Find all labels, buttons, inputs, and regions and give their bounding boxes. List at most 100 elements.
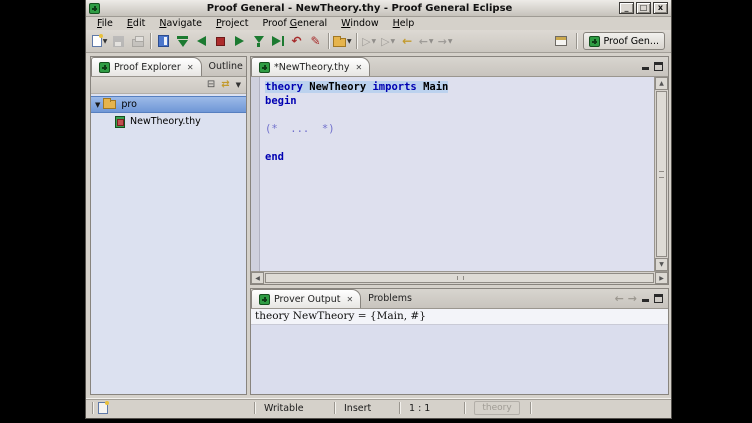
undo-button[interactable]: ↶ [288,32,305,50]
external-tools-icon: ▷ [381,36,389,47]
forward-button[interactable]: →▼ [437,32,454,50]
retract-all-icon [177,36,188,47]
tab-newtheory-editor[interactable]: *NewTheory.thy ✕ [251,57,370,76]
tab-label: Outline [209,61,243,72]
tab-proof-explorer[interactable]: Proof Explorer ✕ [91,57,202,76]
retract-all-button[interactable] [174,32,191,50]
tree-item-project[interactable]: ▼ pro [91,96,246,113]
app-window: Proof General - NewTheory.thy - Proof Ge… [85,0,672,419]
prover-tabbar: Prover Output ✕ Problems ← → [251,289,668,309]
scroll-left-icon[interactable]: ◀ [251,272,264,284]
goto-end-button[interactable] [250,32,267,50]
process-to-cursor-button[interactable] [269,32,286,50]
goto-end-icon [254,36,264,47]
maximize-view-icon[interactable] [654,62,663,71]
chevron-down-icon: ▼ [347,38,352,45]
tab-outline[interactable]: Outline [202,57,250,76]
maximize-view-icon[interactable] [654,294,663,303]
back-button[interactable]: ←▼ [418,32,435,50]
external-tools-button[interactable]: ▷▼ [380,32,397,50]
explorer-toolbar: ⊟ ⇄ ▼ [91,77,246,94]
close-icon[interactable]: ✕ [356,63,363,72]
open-definition-book-icon [158,35,169,47]
tree-item-theory-file[interactable]: NewTheory.thy [91,113,246,130]
menubar: FileEditNavigateProjectProof GeneralWind… [86,17,671,30]
menu-item-navigate[interactable]: Navigate [152,18,209,29]
perspective-proof-general-button[interactable]: Proof Gen... [583,32,665,50]
scroll-up-icon[interactable]: ▲ [655,77,668,90]
link-with-editor-icon[interactable]: ⇄ [221,80,229,90]
print-button[interactable] [129,32,146,50]
save-button[interactable] [110,32,127,50]
open-perspective-button[interactable] [552,32,569,50]
undo-arrow-icon: ↶ [291,35,301,47]
open-definition-button[interactable] [155,32,172,50]
new-wizard-button[interactable]: ▼ [91,32,108,50]
open-folder-icon [333,38,346,47]
tab-label: Proof Explorer [114,62,181,73]
menu-item-proof-general[interactable]: Proof General [255,18,334,29]
editor-view: *NewTheory.thy ✕ theory NewTheory import… [250,56,669,285]
forward-arrow-icon: → [438,36,447,47]
activate-script-pen-icon: ✎ [310,35,320,47]
collapse-all-icon[interactable]: ⊟ [207,80,215,90]
menu-item-help[interactable]: Help [386,18,422,29]
tab-problems[interactable]: Problems [361,289,419,308]
project-tree: ▼ pro NewTheory.thy [91,94,246,394]
caret-position-status: 1 : 1 [409,403,430,414]
proof-explorer-icon [99,62,110,73]
minimize-view-icon[interactable] [641,62,650,71]
app-icon [89,3,100,14]
view-back-icon[interactable]: ← [615,294,624,304]
menu-item-window[interactable]: Window [334,18,385,29]
tab-prover-output[interactable]: Prover Output ✕ [251,289,361,308]
scrollbar-thumb[interactable] [265,273,654,283]
expand-arrow-icon[interactable]: ▼ [95,101,100,109]
theory-button[interactable]: theory [474,401,520,415]
explorer-tabbar: Proof Explorer ✕ Outline [91,57,246,77]
next-step-button[interactable] [231,32,248,50]
chevron-down-icon: ▼ [391,38,396,45]
fast-view-icon[interactable] [98,402,108,414]
code-area[interactable]: theory NewTheory imports Main begin (* .… [260,77,654,271]
view-forward-icon[interactable]: → [628,294,637,304]
open-folder-button[interactable]: ▼ [333,32,352,50]
close-icon[interactable]: ✕ [346,295,353,304]
prover-output-icon [259,294,270,305]
maximize-button[interactable]: □ [636,2,651,14]
undo-step-icon [197,36,206,46]
chevron-down-icon: ▼ [103,38,108,45]
menu-item-file[interactable]: File [90,18,120,29]
last-edit-location-button[interactable]: ← [399,32,416,50]
undo-step-button[interactable] [193,32,210,50]
menu-item-edit[interactable]: Edit [120,18,152,29]
scrollbar-thumb[interactable] [656,91,667,257]
theory-file-icon [115,116,125,128]
run-icon: ▷ [362,36,370,47]
project-name: pro [121,99,137,110]
close-icon[interactable]: ✕ [187,63,194,72]
statusbar-separator [334,402,336,414]
minimize-button[interactable]: _ [619,2,634,14]
horizontal-scrollbar[interactable]: ◀ ▶ [251,271,668,284]
titlebar: Proof General - NewTheory.thy - Proof Ge… [86,0,671,17]
close-button[interactable]: x [653,2,668,14]
interrupt-button[interactable] [212,32,229,50]
toolbar: ▼ ↶ ✎ ▼ ▷▼ ▷▼ ← ←▼ →▼ [86,30,671,53]
prover-output-line[interactable]: theory NewTheory = {Main, #} [251,309,668,325]
chevron-down-icon: ▼ [372,38,377,45]
vertical-scrollbar[interactable]: ▲ ▼ [654,77,668,271]
view-menu-icon[interactable]: ▼ [236,81,241,89]
proof-explorer-view: Proof Explorer ✕ Outline ⊟ ⇄ ▼ [90,56,247,395]
activate-script-button[interactable]: ✎ [307,32,324,50]
toolbar-separator [328,33,329,49]
run-button[interactable]: ▷▼ [361,32,378,50]
writable-status: Writable [264,403,304,414]
editor-left-ruler[interactable] [251,77,260,271]
statusbar-separator [254,402,256,414]
tab-label: Problems [368,293,412,304]
scroll-down-icon[interactable]: ▼ [655,258,668,271]
menu-item-project[interactable]: Project [209,18,256,29]
minimize-view-icon[interactable] [641,294,650,303]
scroll-right-icon[interactable]: ▶ [655,272,668,284]
